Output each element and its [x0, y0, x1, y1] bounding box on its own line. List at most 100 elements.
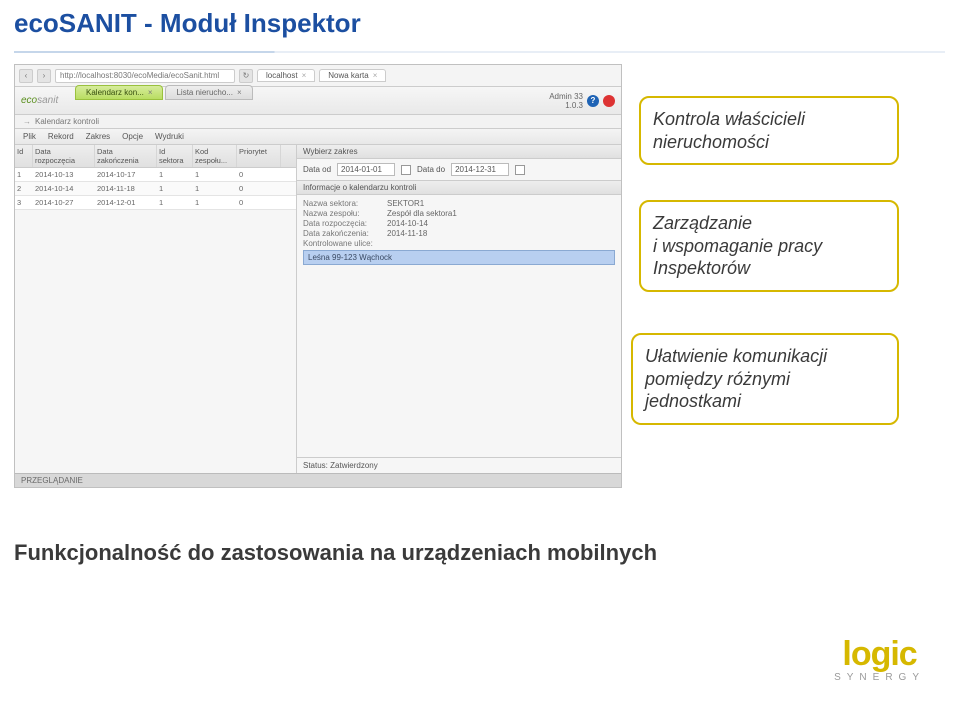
- tab-lista[interactable]: Lista nierucho... ×: [165, 85, 252, 100]
- k-streets: Kontrolowane ulice:: [303, 239, 383, 248]
- cell: 1: [193, 168, 237, 181]
- right-pane: Wybierz zakres Data od 2014-01-01 Data d…: [297, 145, 621, 473]
- cell: 3: [15, 196, 33, 209]
- cell: 0: [237, 182, 281, 195]
- title-underline: [14, 51, 945, 53]
- v-sector: SEKTOR1: [387, 199, 424, 208]
- logo-sub: SYNERGY: [834, 672, 925, 683]
- k-team: Nazwa zespołu:: [303, 209, 383, 218]
- date-from-value: 2014-01-01: [341, 165, 382, 174]
- table-row[interactable]: 1 2014-10-13 2014-10-17 1 1 0: [15, 168, 296, 182]
- logo-sanit: sanit: [37, 95, 58, 106]
- module-tabs: Kalendarz kon... × Lista nierucho... ×: [75, 85, 255, 100]
- cell: 2014-10-14: [33, 182, 95, 195]
- k-start: Data rozpoczęcia:: [303, 219, 383, 228]
- tab-label: localhost: [266, 71, 298, 80]
- menu-zakres[interactable]: Zakres: [86, 132, 110, 141]
- logo-word-text: logic: [842, 635, 916, 673]
- arrow-icon: →: [23, 117, 31, 126]
- app-logo: ecosanit: [21, 95, 58, 106]
- menu-opcje[interactable]: Opcje: [122, 132, 143, 141]
- info-title: Informacje o kalendarzu kontroli: [297, 181, 621, 195]
- alert-icon[interactable]: [603, 95, 615, 107]
- cell: 2014-12-01: [95, 196, 157, 209]
- v-end: 2014-11-18: [387, 229, 427, 238]
- cell: 2014-10-13: [33, 168, 95, 181]
- app-screenshot: ‹ › http://localhost:8030/ecoMedia/ecoSa…: [14, 64, 622, 488]
- back-icon[interactable]: ‹: [19, 69, 33, 83]
- address-bar[interactable]: http://localhost:8030/ecoMedia/ecoSanit.…: [55, 69, 235, 83]
- close-icon[interactable]: ×: [373, 71, 378, 80]
- logo-eco: eco: [21, 95, 37, 106]
- status-label: Status:: [303, 461, 328, 470]
- status-row: Status: Zatwierdzony: [297, 457, 621, 473]
- cell: 1: [157, 182, 193, 195]
- menu-plik[interactable]: Plik: [23, 132, 36, 141]
- app-header: ecosanit Kalendarz kon... × Lista nieruc…: [15, 87, 621, 115]
- table-row[interactable]: 3 2014-10-27 2014-12-01 1 1 0: [15, 196, 296, 210]
- browser-chrome: ‹ › http://localhost:8030/ecoMedia/ecoSa…: [15, 65, 621, 87]
- status-value: Zatwierdzony: [330, 461, 378, 470]
- header-right: Admin 33 1.0.3 ?: [549, 92, 615, 110]
- col-priorytet[interactable]: Priorytet: [237, 145, 281, 167]
- street-row[interactable]: Leśna 99-123 Wąchock: [303, 250, 615, 265]
- cell: 1: [157, 168, 193, 181]
- col-zespol[interactable]: Kod zespołu...: [193, 145, 237, 167]
- tab-label: Nowa karta: [328, 71, 368, 80]
- cell: 1: [193, 182, 237, 195]
- tab-kalendarz[interactable]: Kalendarz kon... ×: [75, 85, 163, 100]
- slide-title: ecoSANIT - Moduł Inspektor: [0, 0, 959, 43]
- table-header: Id Data rozpoczęcia Data zakończenia Id …: [15, 145, 296, 168]
- close-icon[interactable]: ×: [237, 88, 242, 97]
- col-id[interactable]: Id: [15, 145, 33, 167]
- tab-label: Lista nierucho...: [176, 88, 232, 97]
- callout-2: Zarządzanie i wspomaganie pracy Inspekto…: [639, 200, 899, 292]
- menu-rekord[interactable]: Rekord: [48, 132, 74, 141]
- browser-tab-1[interactable]: localhost ×: [257, 69, 315, 82]
- footer-bar: PRZEGLĄDANIE: [15, 473, 621, 487]
- close-icon[interactable]: ×: [148, 88, 153, 97]
- browser-tab-2[interactable]: Nowa karta ×: [319, 69, 386, 82]
- cell: 2: [15, 182, 33, 195]
- menubar: Plik Rekord Zakres Opcje Wydruki: [15, 129, 621, 145]
- cell: 1: [193, 196, 237, 209]
- logo-word: logic: [834, 635, 925, 674]
- col-end[interactable]: Data zakończenia: [95, 145, 157, 167]
- date-from-label: Data od: [303, 165, 331, 174]
- menu-wydruki[interactable]: Wydruki: [155, 132, 184, 141]
- date-from-input[interactable]: 2014-01-01: [337, 163, 395, 176]
- right-filler: [297, 269, 621, 457]
- col-start[interactable]: Data rozpoczęcia: [33, 145, 95, 167]
- user-label: Admin 33 1.0.3: [549, 92, 583, 110]
- k-sector: Nazwa sektora:: [303, 199, 383, 208]
- table-row[interactable]: 2 2014-10-14 2014-11-18 1 1 0: [15, 182, 296, 196]
- mode-label: PRZEGLĄDANIE: [21, 476, 83, 485]
- cell: 2014-10-17: [95, 168, 157, 181]
- cell: 0: [237, 196, 281, 209]
- help-icon[interactable]: ?: [587, 95, 599, 107]
- close-icon[interactable]: ×: [302, 71, 307, 80]
- callout-1: Kontrola właścicieli nieruchomości: [639, 96, 899, 165]
- breadcrumb-label: Kalendarz kontroli: [35, 117, 99, 126]
- cell: 2014-10-27: [33, 196, 95, 209]
- cell: 1: [15, 168, 33, 181]
- date-to-input[interactable]: 2014-12-31: [451, 163, 509, 176]
- v-start: 2014-10-14: [387, 219, 428, 228]
- date-to-label: Data do: [417, 165, 445, 174]
- col-sektor[interactable]: Id sektora: [157, 145, 193, 167]
- cell: 1: [157, 196, 193, 209]
- k-end: Data zakończenia:: [303, 229, 383, 238]
- callout-3: Ułatwienie komunikacji pomiędzy różnymi …: [631, 333, 899, 425]
- cell: 2014-11-18: [95, 182, 157, 195]
- info-block: Nazwa sektora: SEKTOR1 Nazwa zespołu: Zesp…: [297, 195, 621, 269]
- date-to-value: 2014-12-31: [455, 165, 496, 174]
- forward-icon[interactable]: ›: [37, 69, 51, 83]
- breadcrumb: → Kalendarz kontroli: [15, 115, 621, 129]
- app-version: 1.0.3: [549, 101, 583, 110]
- filter-title: Wybierz zakres: [297, 145, 621, 159]
- reload-icon[interactable]: ↻: [239, 69, 253, 83]
- v-team: Zespół dla sektora1: [387, 209, 457, 218]
- tab-label: Kalendarz kon...: [86, 88, 144, 97]
- calendar-icon[interactable]: [401, 165, 411, 175]
- calendar-icon[interactable]: [515, 165, 525, 175]
